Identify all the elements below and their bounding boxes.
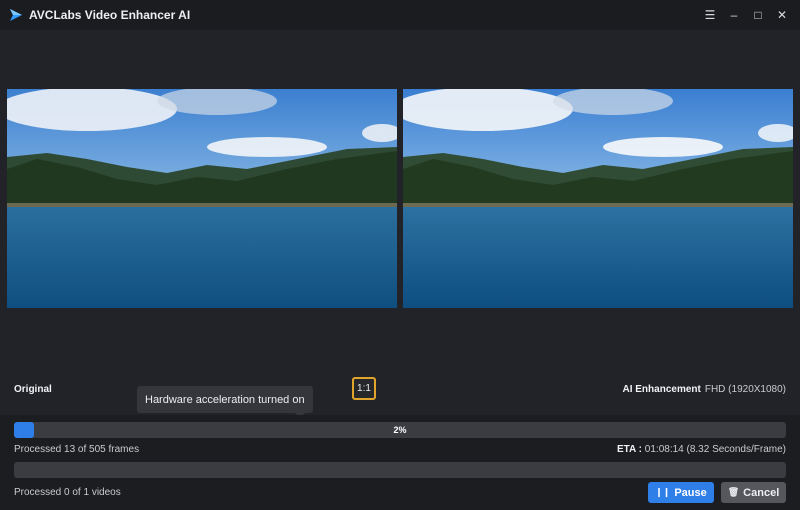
videos-processed-text: Processed 0 of 1 videos [14,487,121,498]
preview-area: Original 1:1 Hardware acceleration turne… [0,30,800,418]
trash-icon: 🗑 [727,487,740,497]
pause-icon: ❙❙ [655,487,671,497]
progress-percent: 2% [393,425,407,435]
title-bar: AVCLabs Video Enhancer AI ☰ – □ ✕ [0,0,800,30]
enhancement-label: AI Enhancement FHD (1920X1080) [622,384,786,395]
processing-panel: 2% Processed 13 of 505 frames ETA : 01:0… [0,415,800,510]
cancel-label: Cancel [743,486,780,499]
cancel-button[interactable]: 🗑 Cancel [721,482,786,503]
frames-processed-text: Processed 13 of 505 frames [14,444,140,455]
enhanced-frame-image [403,89,793,308]
app-logo-icon [10,9,22,21]
hardware-acceleration-tooltip: Hardware acceleration turned on [137,386,313,418]
original-preview [7,89,397,308]
enhancement-title: AI Enhancement [622,384,701,395]
window-controls: ☰ – □ ✕ [698,0,794,30]
pause-button[interactable]: ❙❙ Pause [648,482,714,503]
original-frame-image [7,89,397,308]
video-progress-bar [14,462,786,478]
pause-label: Pause [674,486,707,499]
app-title: AVCLabs Video Enhancer AI [29,8,191,22]
eta-value: 01:08:14 (8.32 Seconds/Frame) [644,444,786,455]
frame-progress-bar: 2% [14,422,786,438]
close-icon[interactable]: ✕ [770,3,794,27]
ratio-1-1-button[interactable]: 1:1 [352,377,376,400]
enhanced-preview [403,89,793,308]
menu-icon[interactable]: ☰ [698,3,722,27]
eta-label: ETA : [617,444,643,455]
minimize-icon[interactable]: – [722,3,746,27]
original-label: Original [14,384,52,395]
maximize-icon[interactable]: □ [746,3,770,27]
enhancement-resolution: FHD (1920X1080) [704,384,786,395]
eta-readout: ETA : 01:08:14 (8.32 Seconds/Frame) [617,444,786,455]
